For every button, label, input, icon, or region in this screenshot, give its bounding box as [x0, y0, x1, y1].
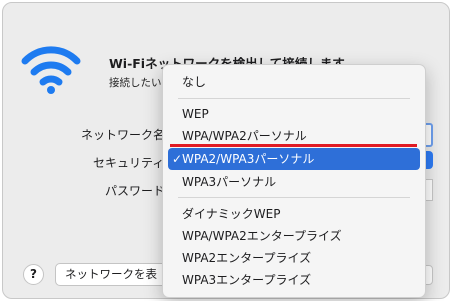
wifi-icon [21, 46, 81, 94]
menu-item-label: WPA2/WPA3パーソナル [182, 152, 315, 166]
menu-item-wpa2-wpa3-personal[interactable]: ✓ WPA2/WPA3パーソナル [168, 148, 420, 170]
menu-separator [178, 197, 410, 198]
menu-item-wep[interactable]: WEP [168, 103, 420, 125]
menu-item-wpa3-personal[interactable]: WPA3パーソナル [168, 171, 420, 193]
help-button[interactable]: ? [23, 264, 44, 285]
menu-item-wpa3-enterprise[interactable]: WPA3エンタープライズ [168, 269, 420, 291]
highlight-underline [170, 144, 417, 147]
checkmark-icon: ✓ [172, 152, 183, 166]
menu-item-wpa-wpa2-enterprise[interactable]: WPA/WPA2エンタープライズ [168, 225, 420, 247]
menu-separator [178, 98, 410, 99]
password-label: パスワード [105, 184, 166, 198]
menu-item-wpa2-enterprise[interactable]: WPA2エンタープライズ [168, 247, 420, 269]
security-dropdown-menu: なし WEP WPA/WPA2パーソナル ✓ WPA2/WPA3パーソナル WP… [162, 64, 426, 298]
network-name-label: ネットワーク名 [81, 128, 166, 142]
menu-item-none[interactable]: なし [168, 71, 420, 93]
menu-item-dynamic-wep[interactable]: ダイナミックWEP [168, 203, 420, 225]
dialog-subtitle: 接続したい [109, 77, 162, 89]
security-label: セキュリティ [93, 156, 165, 170]
